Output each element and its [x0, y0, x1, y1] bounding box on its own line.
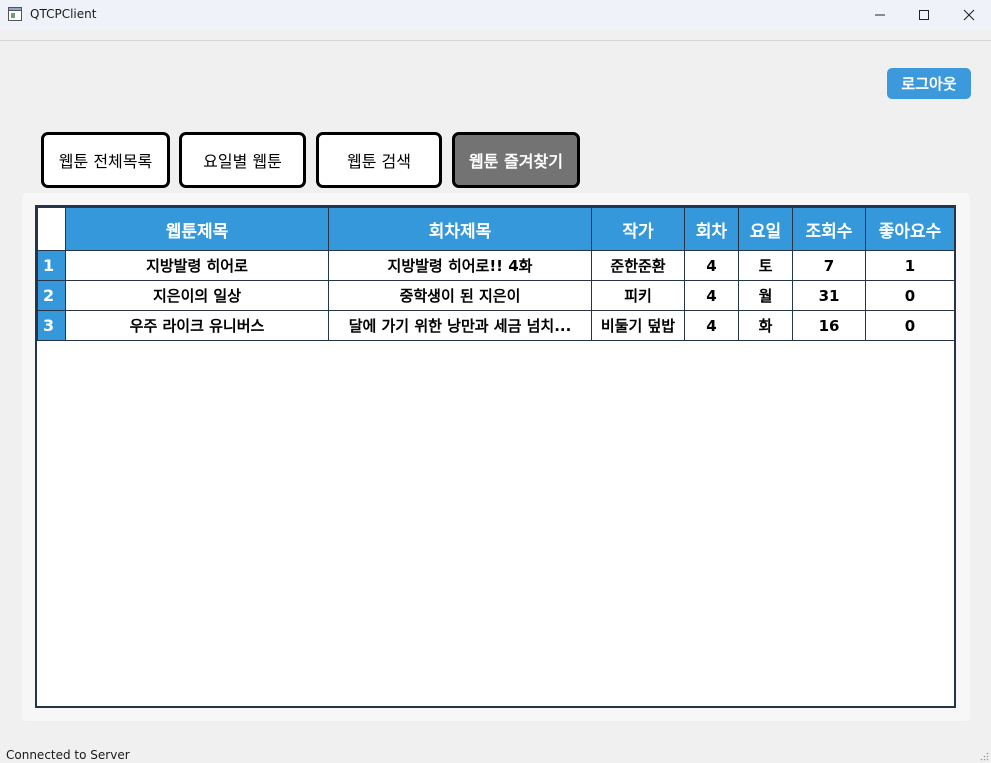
webtoon-search-button[interactable]: 웹툰 검색	[316, 132, 442, 188]
cell-title[interactable]: 지방발령 히어로	[65, 250, 329, 281]
cell-day[interactable]: 월	[738, 280, 793, 311]
column-header-episode-number[interactable]: 회차	[684, 207, 739, 251]
app-icon	[8, 7, 22, 21]
cell-views[interactable]: 16	[792, 310, 866, 341]
maximize-button[interactable]	[901, 0, 947, 30]
webtoon-favorites-button[interactable]: 웹툰 즐겨찾기	[452, 132, 580, 188]
resize-grip-icon[interactable]	[980, 752, 989, 761]
cell-author[interactable]: 비둘기 덮밥	[591, 310, 685, 341]
row-number[interactable]: 2	[37, 280, 66, 311]
table-header-row: 웹툰제목 회차제목 작가 회차 요일 조회수 좋아요수	[37, 207, 954, 251]
column-header-likes[interactable]: 좋아요수	[865, 207, 954, 251]
favorites-table[interactable]: 웹툰제목 회차제목 작가 회차 요일 조회수 좋아요수 1 지방발령 히어로 지…	[35, 205, 956, 708]
cell-episode-title[interactable]: 달에 가기 위한 낭만과 세금 넘치...	[328, 310, 592, 341]
table-corner[interactable]	[37, 207, 66, 251]
column-header-day[interactable]: 요일	[738, 207, 793, 251]
column-header-views[interactable]: 조회수	[792, 207, 866, 251]
column-header-title[interactable]: 웹툰제목	[65, 207, 329, 251]
cell-likes[interactable]: 0	[865, 310, 954, 341]
window-title: QTCPClient	[30, 7, 97, 21]
cell-title[interactable]: 우주 라이크 유니버스	[65, 310, 329, 341]
cell-episode-title[interactable]: 지방발령 히어로!! 4화	[328, 250, 592, 281]
cell-author[interactable]: 준한준환	[591, 250, 685, 281]
cell-day[interactable]: 화	[738, 310, 793, 341]
maximize-icon	[919, 10, 929, 20]
close-button[interactable]	[946, 0, 991, 30]
status-text: Connected to Server	[6, 748, 130, 762]
close-icon	[963, 9, 975, 21]
table-row[interactable]: 1 지방발령 히어로 지방발령 히어로!! 4화 준한준환 4 토 7 1	[37, 250, 954, 281]
title-bar: QTCPClient	[0, 0, 991, 30]
cell-likes[interactable]: 1	[865, 250, 954, 281]
title-separator	[0, 40, 991, 41]
cell-episode-number[interactable]: 4	[684, 310, 739, 341]
all-webtoons-button[interactable]: 웹툰 전체목록	[41, 132, 170, 188]
row-number[interactable]: 3	[37, 310, 66, 341]
cell-episode-number[interactable]: 4	[684, 280, 739, 311]
row-number[interactable]: 1	[37, 250, 66, 281]
table-row[interactable]: 2 지은이의 일상 중학생이 된 지은이 피키 4 월 31 0	[37, 280, 954, 311]
cell-day[interactable]: 토	[738, 250, 793, 281]
cell-views[interactable]: 7	[792, 250, 866, 281]
cell-author[interactable]: 피키	[591, 280, 685, 311]
table-row[interactable]: 3 우주 라이크 유니버스 달에 가기 위한 낭만과 세금 넘치... 비둘기 …	[37, 310, 954, 341]
cell-title[interactable]: 지은이의 일상	[65, 280, 329, 311]
minimize-icon	[875, 14, 885, 16]
logout-button[interactable]: 로그아웃	[887, 68, 971, 99]
cell-likes[interactable]: 0	[865, 280, 954, 311]
cell-views[interactable]: 31	[792, 280, 866, 311]
cell-episode-title[interactable]: 중학생이 된 지은이	[328, 280, 592, 311]
minimize-button[interactable]	[857, 0, 903, 30]
column-header-episode-title[interactable]: 회차제목	[328, 207, 592, 251]
daily-webtoons-button[interactable]: 요일별 웹툰	[179, 132, 306, 188]
column-header-author[interactable]: 작가	[591, 207, 685, 251]
cell-episode-number[interactable]: 4	[684, 250, 739, 281]
